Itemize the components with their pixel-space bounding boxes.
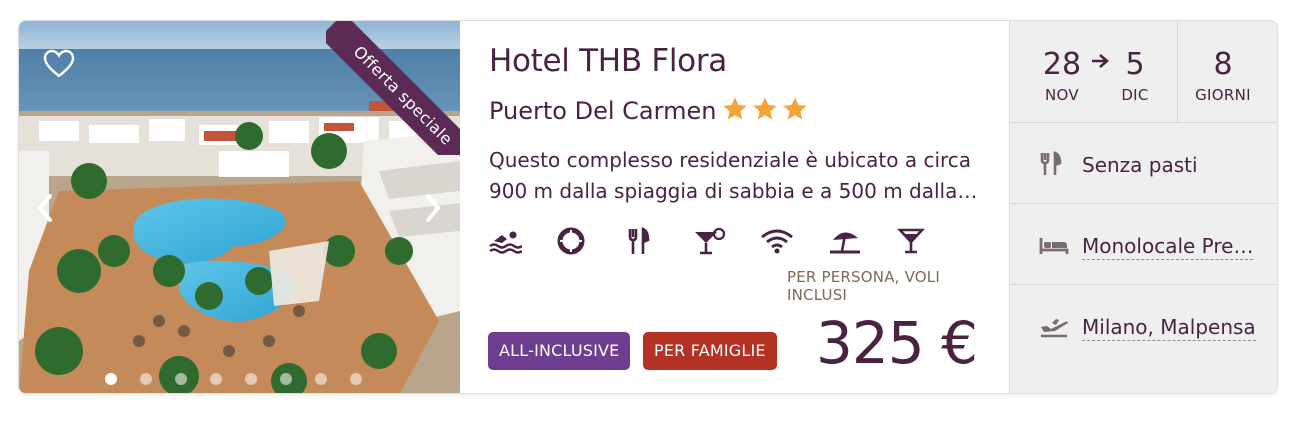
departure-row[interactable]: Milano, Malpensa bbox=[1010, 285, 1277, 366]
duration-label: GIORNI bbox=[1195, 86, 1251, 104]
plane-departure-icon bbox=[1041, 319, 1068, 338]
board-type-text: Senza pasti bbox=[1082, 153, 1198, 177]
trip-duration: 8 GIORNI bbox=[1195, 21, 1251, 123]
trip-dates: 28 NOV 5 DIC 8 GIORNI bbox=[1010, 21, 1277, 123]
amenity-restaurant bbox=[624, 224, 692, 258]
amenity-wifi bbox=[760, 224, 828, 258]
amenities-list bbox=[488, 224, 964, 258]
carousel-dot[interactable] bbox=[350, 373, 362, 385]
restaurant-icon bbox=[1040, 151, 1062, 175]
room-type-link[interactable]: Monolocale Pre… bbox=[1082, 234, 1254, 260]
beach-umbrella-icon bbox=[830, 232, 860, 254]
hotel-name[interactable]: Hotel THB Flora bbox=[489, 43, 727, 79]
board-type-row: Senza pasti bbox=[1010, 123, 1277, 204]
star-icon bbox=[723, 97, 747, 120]
previous-photo-arrow-icon[interactable] bbox=[33, 191, 57, 225]
price-value: 325 € bbox=[816, 309, 978, 377]
departure-airport-link[interactable]: Milano, Malpensa bbox=[1082, 315, 1256, 341]
family-badge[interactable]: PER FAMIGLIE bbox=[643, 332, 777, 370]
carousel-dot[interactable] bbox=[280, 373, 292, 385]
next-photo-arrow-icon[interactable] bbox=[421, 191, 445, 225]
star-icon bbox=[753, 97, 777, 120]
amenity-bar bbox=[896, 224, 964, 258]
carousel-dots bbox=[105, 373, 362, 385]
end-month: DIC bbox=[1121, 86, 1149, 104]
lifebuoy-icon bbox=[557, 227, 585, 255]
star-icon bbox=[783, 97, 807, 120]
hotel-photo-carousel[interactable]: Offerta speciale bbox=[19, 21, 460, 393]
carousel-dot[interactable] bbox=[175, 373, 187, 385]
trip-details-panel: 28 NOV 5 DIC 8 GIORNI Senza pasti Monolo… bbox=[1009, 21, 1277, 393]
favorite-heart-icon[interactable] bbox=[43, 49, 75, 79]
carousel-dot[interactable] bbox=[315, 373, 327, 385]
date-divider bbox=[1177, 21, 1178, 123]
hotel-info: Hotel THB Flora Puerto Del Carmen Questo… bbox=[460, 21, 1009, 393]
price-label: PER PERSONA, VOLI INCLUSI bbox=[787, 268, 940, 304]
hotel-description: Questo complesso residenziale è ubicato … bbox=[489, 148, 978, 203]
special-offer-label: Offerta speciale bbox=[326, 21, 460, 155]
hotel-star-rating bbox=[721, 95, 809, 123]
wifi-icon bbox=[761, 229, 793, 254]
carousel-dot[interactable] bbox=[105, 373, 117, 385]
cocktail-icon bbox=[695, 227, 726, 255]
all-inclusive-badge[interactable]: ALL-INCLUSIVE bbox=[488, 332, 631, 370]
swimming-icon bbox=[489, 231, 522, 254]
special-offer-ribbon: Offerta speciale bbox=[326, 21, 460, 155]
carousel-dot[interactable] bbox=[210, 373, 222, 385]
start-day: 28 bbox=[1042, 47, 1082, 82]
amenity-cocktail bbox=[692, 224, 760, 258]
amenity-lifebuoy bbox=[556, 224, 624, 258]
carousel-dot[interactable] bbox=[140, 373, 152, 385]
end-day: 5 bbox=[1125, 47, 1145, 82]
martini-icon bbox=[897, 228, 925, 254]
start-month: NOV bbox=[1045, 86, 1079, 104]
hotel-location: Puerto Del Carmen bbox=[489, 97, 717, 125]
amenity-swimming bbox=[488, 224, 556, 258]
amenity-beach bbox=[828, 224, 896, 258]
room-type-row[interactable]: Monolocale Pre… bbox=[1010, 204, 1277, 285]
end-date: 5 DIC bbox=[1115, 21, 1155, 123]
hotel-offer-card[interactable]: Offerta speciale Hotel THB Flora Puerto … bbox=[18, 20, 1278, 394]
start-date: 28 NOV bbox=[1040, 21, 1084, 123]
carousel-dot[interactable] bbox=[245, 373, 257, 385]
duration-days: 8 bbox=[1213, 47, 1233, 82]
arrow-right-icon bbox=[1092, 54, 1109, 68]
restaurant-icon bbox=[628, 227, 650, 254]
bed-icon bbox=[1039, 238, 1069, 254]
